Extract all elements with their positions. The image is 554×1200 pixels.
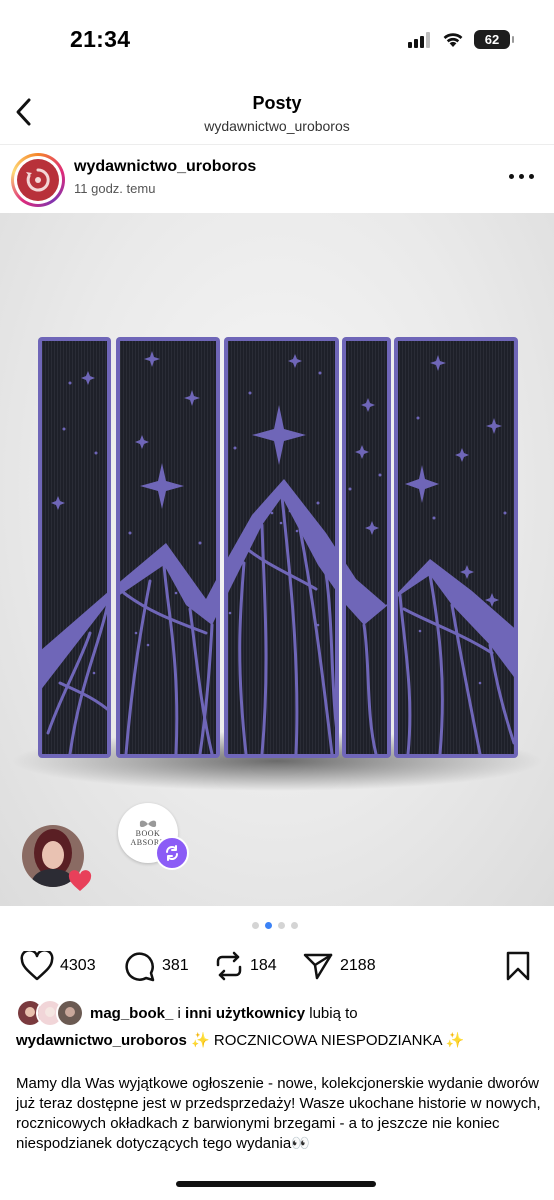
caption-body: Mamy dla Was wyjątkowe ogłoszenie - nowe… [16, 1075, 541, 1152]
uroboros-logo-icon [17, 159, 59, 201]
butterfly-icon [139, 820, 157, 827]
heart-icon [20, 951, 54, 981]
send-icon [303, 953, 333, 980]
post-timestamp: 11 godz. temu [74, 181, 156, 196]
caption-headline: ✨ ROCZNICOWA NIESPODZIANKA ✨ [191, 1032, 465, 1049]
carousel-dot [278, 922, 285, 929]
comment-icon [125, 952, 155, 982]
liked-by-others[interactable]: inni użytkownicy [185, 1005, 305, 1022]
repost-count: 184 [250, 957, 277, 974]
more-horizontal-icon[interactable] [509, 174, 534, 179]
author-avatar[interactable] [11, 153, 65, 207]
home-indicator[interactable] [176, 1181, 376, 1187]
carousel-dot [291, 922, 298, 929]
battery-icon: 62 [474, 30, 514, 49]
liked-by-row: mag_book_ i inni użytkownicy lubią to [16, 997, 358, 1029]
comment-button[interactable]: 381 [124, 944, 189, 988]
heart-reaction-icon [68, 870, 92, 891]
battery-level: 62 [484, 32, 500, 47]
status-time: 21:34 [70, 26, 131, 52]
book-spines [38, 337, 518, 758]
repost-button[interactable]: 184 [214, 944, 277, 988]
carousel-dot [252, 922, 259, 929]
post-header: wydawnictwo_uroboros 11 godz. temu [0, 146, 554, 212]
repost-icon [216, 951, 242, 981]
like-button[interactable]: 4303 [20, 944, 96, 988]
wifi-icon [443, 32, 463, 47]
collab-repost-badge-icon [155, 836, 189, 870]
like-count: 4303 [60, 957, 96, 974]
post-actions: 4303 381 184 2188 [0, 944, 554, 988]
nav-divider [0, 144, 554, 145]
share-button[interactable]: 2188 [302, 944, 376, 988]
caption-username[interactable]: wydawnictwo_uroboros [16, 1032, 187, 1049]
page-subtitle: wydawnictwo_uroboros [204, 118, 350, 134]
status-bar: 21:34 62 [0, 0, 554, 80]
caption-headline-row: wydawnictwo_uroboros ✨ ROCZNICOWA NIESPO… [16, 1030, 541, 1052]
book-edges-image [12, 337, 542, 791]
liked-by-connector: i [177, 1004, 181, 1022]
liker-avatar[interactable] [56, 999, 84, 1027]
post-photo[interactable] [0, 213, 554, 906]
comment-count: 381 [162, 957, 189, 974]
collab-logo-line-1: BOOK [135, 829, 161, 838]
page-title: Posty [252, 93, 302, 113]
signal-icon [408, 31, 430, 48]
status-icons: 62 [408, 30, 514, 49]
liked-by-user[interactable]: mag_book_ [90, 1005, 173, 1022]
carousel-dot-active [265, 922, 272, 929]
share-count: 2188 [340, 957, 376, 974]
carousel-indicator [252, 922, 298, 929]
liked-by-text: mag_book_ i inni użytkownicy lubią to [90, 1005, 358, 1022]
liked-by-suffix: lubią to [309, 1004, 358, 1022]
post-author-name[interactable]: wydawnictwo_uroboros [74, 158, 256, 176]
bookmark-icon[interactable] [504, 950, 532, 982]
top-nav: Posty wydawnictwo_uroboros [0, 84, 554, 144]
